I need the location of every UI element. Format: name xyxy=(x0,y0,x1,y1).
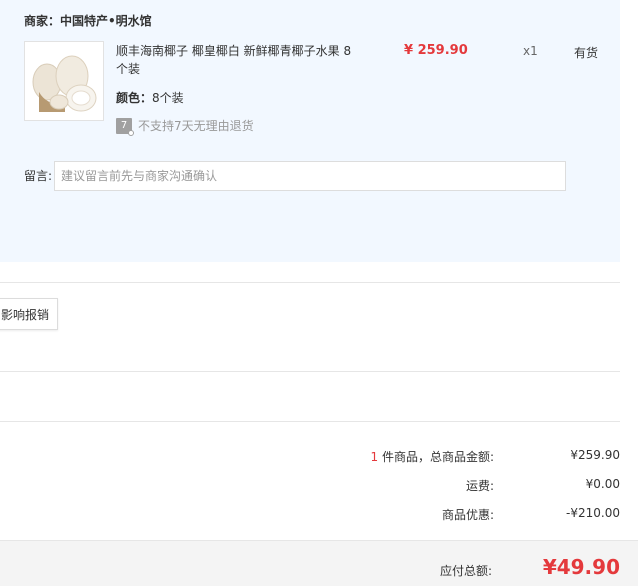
store-link[interactable]: 中国特产•明水馆 xyxy=(60,14,152,28)
store-name: 商家：中国特产•明水馆 xyxy=(24,12,152,29)
discount-label: 商品优惠: xyxy=(441,508,494,522)
coconut-image-icon xyxy=(25,42,103,120)
divider xyxy=(0,282,620,283)
discount-value: -¥210.00 xyxy=(566,506,620,520)
goods-total-row: 1 件商品，总商品金额: ¥259.90 xyxy=(320,448,621,466)
shipping-label: 运费: xyxy=(465,479,494,493)
divider xyxy=(0,421,620,422)
color-value: 8个装 xyxy=(152,91,184,105)
store-label: 商家： xyxy=(24,14,61,28)
goods-total-value: ¥259.90 xyxy=(570,448,620,462)
color-label: 颜色： xyxy=(116,91,153,105)
divider xyxy=(0,371,620,372)
return-policy: 7 不支持7天无理由退货 xyxy=(116,117,254,136)
invoice-reimburse-button[interactable]: 影响报销 xyxy=(0,298,58,330)
return-policy-text: 不支持7天无理由退货 xyxy=(138,119,254,133)
product-quantity: x1 xyxy=(523,44,538,58)
discount-row: 商品优惠: -¥210.00 xyxy=(320,506,620,524)
total-label: 应付总额: xyxy=(439,564,492,578)
total-bar: 应付总额: ¥49.90 xyxy=(0,540,638,586)
remark-input[interactable] xyxy=(54,161,566,191)
goods-total-label: 1 件商品，总商品金额: xyxy=(370,450,495,464)
item-count: 1 xyxy=(370,450,379,464)
product-title-link[interactable]: 顺丰海南椰子 椰皇椰白 新鲜椰青椰子水果 8个装 xyxy=(116,42,360,78)
remark-label: 留言: xyxy=(24,169,53,183)
product-image[interactable] xyxy=(24,41,104,121)
shipping-value: ¥0.00 xyxy=(585,477,620,491)
stock-status: 有货 xyxy=(574,46,599,60)
product-color: 颜色：8个装 xyxy=(116,89,184,106)
shipping-row: 运费: ¥0.00 xyxy=(320,477,620,495)
store-order-panel: 商家：中国特产•明水馆 顺丰海南椰子 椰皇椰白 新鲜椰青椰子水果 8个装 ¥ 2… xyxy=(0,0,620,262)
no-return-icon: 7 xyxy=(116,117,134,136)
product-price: ¥ 259.90 xyxy=(404,43,468,58)
total-value: ¥49.90 xyxy=(542,555,620,579)
